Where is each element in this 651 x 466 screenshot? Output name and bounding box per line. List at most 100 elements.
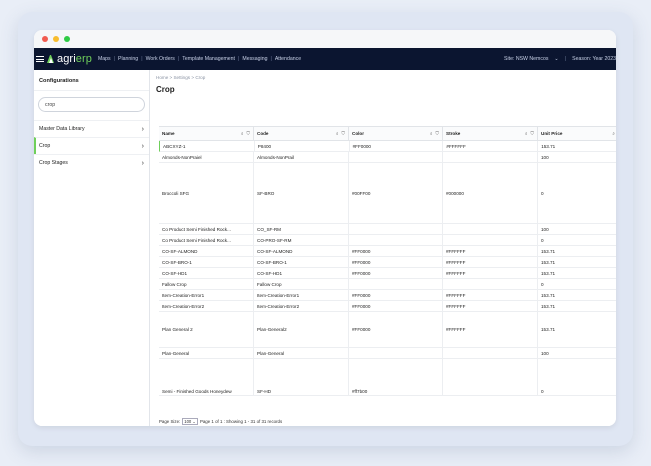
cell-name: Item-Creation-Error2 (159, 301, 254, 311)
nav-link-template-management[interactable]: Template Management (182, 56, 235, 62)
chevron-right-icon: › (141, 142, 144, 150)
column-header-code[interactable]: Code ⌕ ⛉ (254, 127, 349, 140)
search-icon[interactable]: ⌕ (336, 131, 339, 136)
sidebar-search-input[interactable]: crop (38, 97, 145, 112)
column-header-stroke[interactable]: Stroke ⌕ ⛉ (443, 127, 538, 140)
table-row[interactable]: CO-SF-ALMOND CO-SF-ALMOND #FF0000 #FFFFFF 15… (159, 246, 616, 257)
search-icon[interactable]: ⌕ (241, 131, 244, 136)
main-nav-links: Maps | Planning | Work Orders | Template… (98, 56, 301, 62)
table-row[interactable]: Almonds-NonPraiel Almonds-NonPrail 100 (159, 152, 616, 163)
chevron-right-icon: › (141, 159, 144, 167)
brand-logo[interactable]: agrierp (46, 53, 92, 65)
cell-stroke: #FFFFFF (443, 312, 538, 347)
hamburger-menu-icon[interactable] (36, 56, 44, 62)
table-row[interactable]: Co Product Semi Finished Rock... CO-PRO-S… (159, 235, 616, 246)
table-row[interactable]: Semi - Finished Goods Honeydew SF-HD #ff7b… (159, 359, 616, 396)
table-row[interactable]: Item-Creation-Error1 Item-Creation-Error1… (159, 290, 616, 301)
cell-code: CO-PRO-SF-RM (254, 235, 349, 245)
table-row[interactable]: Broccoli SFG SF-BRO #00FF00 #000000 0 (159, 163, 616, 224)
cell-code: Fallow Crop (254, 279, 349, 289)
column-header-unit-price[interactable]: Unit Price ⌕ (538, 127, 616, 140)
nav-link-planning[interactable]: Planning (118, 56, 138, 62)
cell-name: Plan General 2 (159, 312, 254, 347)
nav-link-work-orders[interactable]: Work Orders (146, 56, 175, 62)
maximize-window-button[interactable] (64, 36, 70, 42)
table-row[interactable]: CO-SF-BRO-1 CO-SF-BRO-1 #FF0000 #FFFFFF 153.… (159, 257, 616, 268)
column-header-name[interactable]: Name ⌕ ⛉ (159, 127, 254, 140)
nav-link-attendance[interactable]: Attendance (275, 56, 301, 62)
cell-name: Fallow Crop (159, 279, 254, 289)
cell-code: SF-HD (254, 359, 349, 395)
column-header-color[interactable]: Color ⌕ ⛉ (349, 127, 443, 140)
window-titlebar (34, 30, 616, 48)
nav-separator: | (113, 56, 115, 62)
app-window: agrierp Maps | Planning | Work Orders | … (34, 30, 616, 426)
cell-unit-price: 153.71 (538, 246, 616, 256)
nav-link-maps[interactable]: Maps (98, 56, 111, 62)
cell-name: Co Product Semi Finished Rock... (159, 224, 254, 234)
sidebar-item-crop[interactable]: Crop › (34, 137, 149, 154)
search-icon[interactable]: ⌕ (430, 131, 433, 136)
cell-unit-price: 100 (538, 152, 616, 162)
filter-icon[interactable]: ⛉ (342, 131, 345, 136)
close-window-button[interactable] (42, 36, 48, 42)
sidebar-title: Configurations (34, 70, 149, 91)
crop-data-grid: Name ⌕ ⛉ Code ⌕ ⛉ Color ⌕ ⛉ Stroke ⌕ ⛉ U… (159, 126, 616, 416)
cell-code: CO-SF-HD1 (254, 268, 349, 278)
top-navigation-bar: agrierp Maps | Planning | Work Orders | … (34, 48, 616, 70)
cell-color (349, 279, 443, 289)
cell-color: #ff7b00 (349, 359, 443, 395)
table-row[interactable]: CO-SF-HD1 CO-SF-HD1 #FF0000 #FFFFFF 153.71 (159, 268, 616, 279)
cell-name: Semi - Finished Goods Honeydew (159, 359, 254, 395)
table-row[interactable]: Co Product Semi Finished Rock... CO_SF-RM… (159, 224, 616, 235)
page-size-select[interactable]: 100 ⌄ (182, 417, 198, 425)
sidebar-item-label: Crop (39, 143, 51, 149)
nav-link-messaging[interactable]: Messaging (242, 56, 267, 62)
cell-stroke: #FFFFFF (443, 290, 538, 300)
cell-stroke: #FFFFFF (443, 257, 538, 267)
sidebar-item-crop-stages[interactable]: Crop Stages › (34, 154, 149, 171)
cell-code: Plan-General (254, 348, 349, 358)
filter-icon[interactable]: ⛉ (436, 131, 439, 136)
cell-color: #FF0000 (349, 290, 443, 300)
cell-stroke: #FFFFFF (443, 246, 538, 256)
cell-code: Plan-General2 (254, 312, 349, 347)
cell-color (349, 235, 443, 245)
cell-name: CO-SF-ALMOND (159, 246, 254, 256)
filter-icon[interactable]: ⛉ (247, 131, 250, 136)
cell-unit-price: 0 (538, 359, 616, 395)
leaf-logo-icon (46, 54, 55, 64)
cell-stroke (443, 348, 538, 358)
season-selector[interactable]: Season: Year 2023 (572, 56, 616, 62)
main-content: Home > Settings > Crop Crop Name ⌕ ⛉ Code… (150, 70, 616, 426)
minimize-window-button[interactable] (53, 36, 59, 42)
site-selector[interactable]: Site: NSW Nemcos (504, 56, 548, 62)
cell-stroke: #FFFFFF (443, 268, 538, 278)
table-row[interactable]: ABCXYZ-1 P8400 #FF0000 #FFFFFF 153.71 (159, 141, 616, 152)
cell-name: Item-Creation-Error1 (159, 290, 254, 300)
page-title: Crop (156, 85, 175, 94)
cell-color: #FF0000 (349, 268, 443, 278)
cell-stroke (443, 152, 538, 162)
cell-unit-price: 153.71 (538, 257, 616, 267)
cell-name: ABCXYZ-1 (160, 141, 255, 151)
cell-code: CO-SF-ALMOND (254, 246, 349, 256)
chevron-down-icon[interactable]: ⌄ (554, 56, 558, 62)
cell-unit-price: 153.71 (538, 301, 616, 311)
cell-unit-price: 153.71 (538, 290, 616, 300)
cell-color (349, 224, 443, 234)
sidebar-item-label: Crop Stages (39, 160, 68, 166)
cell-stroke (443, 235, 538, 245)
table-row[interactable]: Plan General 2 Plan-General2 #FF0000 #FFFFF… (159, 312, 616, 348)
table-row[interactable]: Plan-General Plan-General 100 (159, 348, 616, 359)
table-row[interactable]: Fallow Crop Fallow Crop 0 (159, 279, 616, 290)
cell-name: Almonds-NonPraiel (159, 152, 254, 162)
sidebar-item-master-data-library[interactable]: Master Data Library › (34, 120, 149, 137)
table-row[interactable]: Item-Creation-Error2 Item-Creation-Error2… (159, 301, 616, 312)
search-icon[interactable]: ⌕ (525, 131, 528, 136)
cell-unit-price: 0 (538, 235, 616, 245)
search-icon[interactable]: ⌕ (612, 131, 615, 136)
cell-unit-price: 153.71 (538, 141, 616, 151)
filter-icon[interactable]: ⛉ (531, 131, 534, 136)
cell-code: Item-Creation-Error1 (254, 290, 349, 300)
